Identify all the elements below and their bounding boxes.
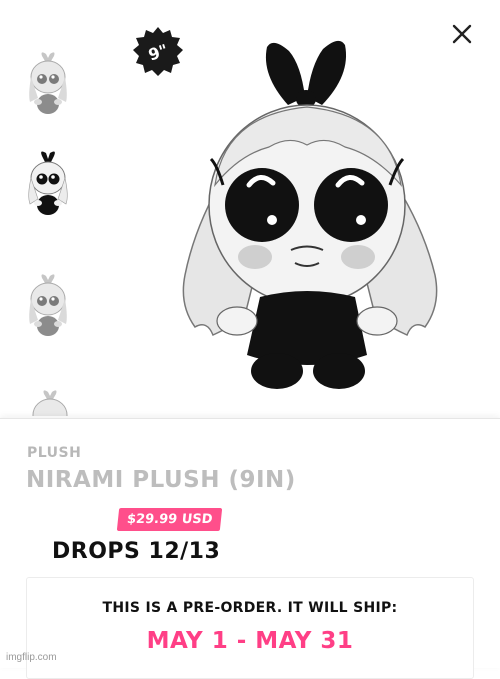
preorder-text: THIS IS A PRE-ORDER. IT WILL SHIP: — [102, 600, 398, 616]
product-main-image — [165, 35, 455, 395]
drop-date: DROPS 12/13 — [52, 539, 221, 564]
product-category: PLUSH — [27, 445, 82, 461]
preorder-notice: THIS IS A PRE-ORDER. IT WILL SHIP: MAY 1… — [26, 577, 474, 679]
plush-doll-illustration — [182, 40, 438, 389]
price-badge: $29.99 USD — [116, 508, 223, 531]
ship-window: MAY 1 - MAY 31 — [146, 628, 354, 654]
thumbnail-3[interactable] — [20, 272, 76, 342]
thumbnail-1[interactable] — [20, 50, 76, 120]
thumbnail-4[interactable] — [20, 386, 76, 416]
product-title: NIRAMI PLUSH (9IN) — [26, 467, 296, 493]
watermark: imgflip.com — [6, 652, 57, 663]
thumbnail-2[interactable] — [20, 150, 76, 220]
product-gallery: 9" — [0, 0, 500, 420]
product-info-panel: PLUSH NIRAMI PLUSH (9IN) $29.99 USD DROP… — [0, 418, 500, 679]
